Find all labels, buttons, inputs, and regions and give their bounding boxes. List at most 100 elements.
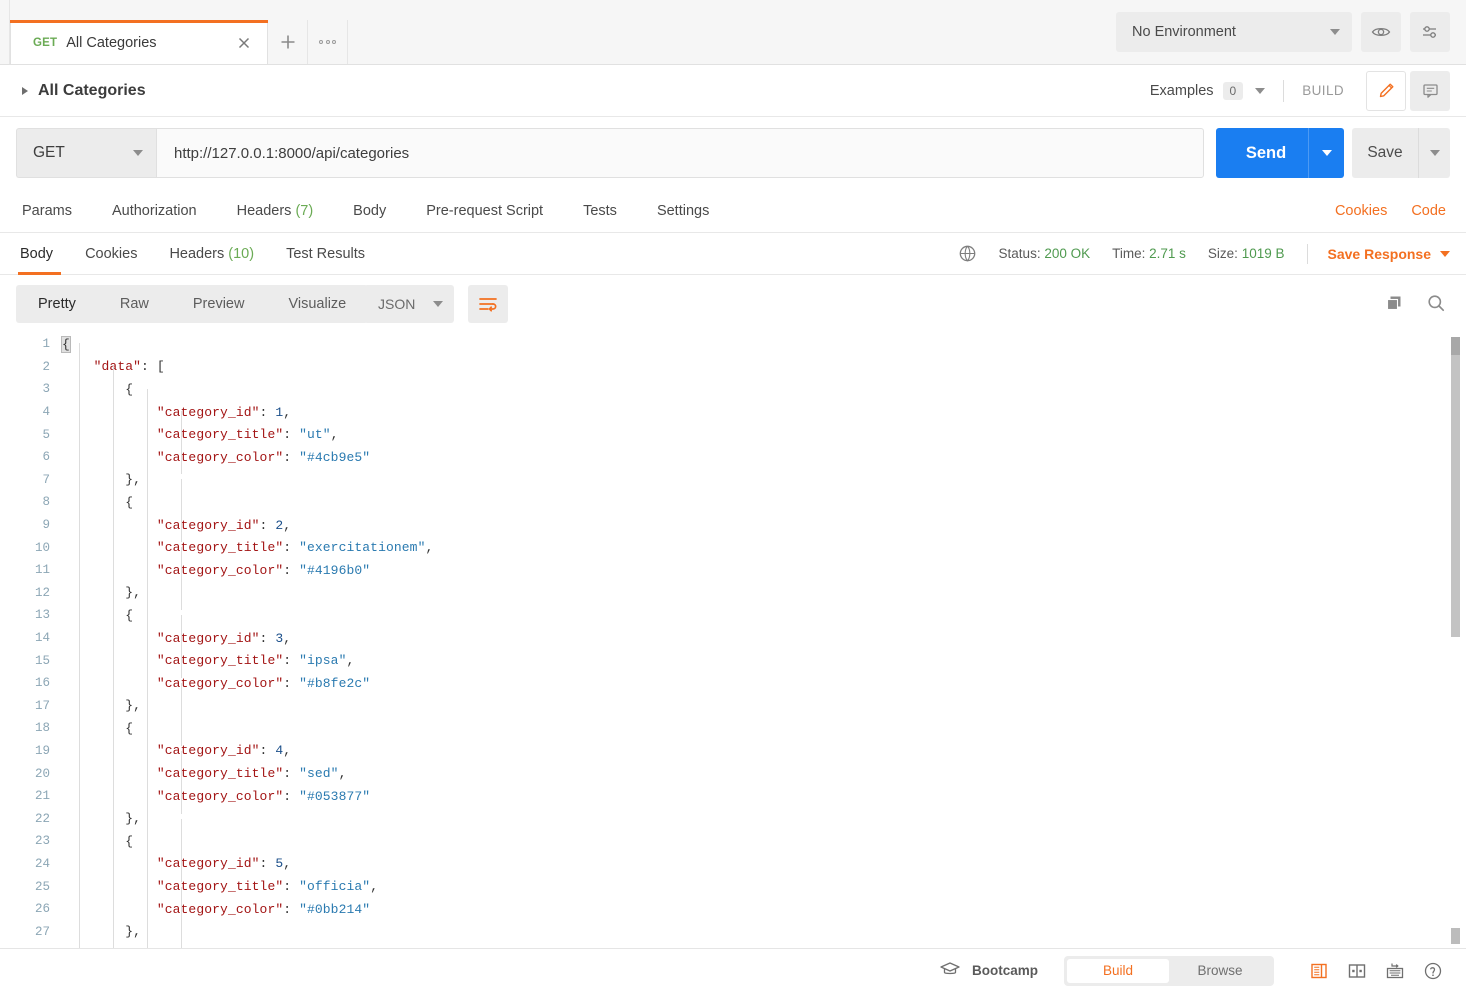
code-line-text: { xyxy=(62,382,133,397)
code-line: 16 "category_color": "#b8fe2c" xyxy=(0,672,1466,695)
request-tab-all-categories[interactable]: GET All Categories xyxy=(10,20,268,64)
split-pane-icon[interactable] xyxy=(1338,956,1376,986)
code-line-text: "category_color": "#4cb9e5" xyxy=(62,450,370,465)
code-line-text: "category_title": "ipsa", xyxy=(62,653,354,668)
response-meta: Status: 200 OK Time: 2.71 s Size: 1019 B… xyxy=(958,243,1450,264)
request-tab-headers[interactable]: Headers (7) xyxy=(217,203,334,219)
code-line-text: "category_title": "exercitationem", xyxy=(62,540,433,555)
request-tab-settings[interactable]: Settings xyxy=(637,203,729,219)
code-token: , xyxy=(338,766,347,782)
save-response-button[interactable]: Save Response xyxy=(1328,246,1450,262)
code-token: "data" xyxy=(93,359,142,375)
response-tab-headers[interactable]: Headers (10) xyxy=(153,233,270,275)
bootcamp-button[interactable]: Bootcamp xyxy=(939,960,1038,981)
code-token: : xyxy=(283,653,300,669)
response-tab-test-results[interactable]: Test Results xyxy=(270,233,381,275)
http-method-label: GET xyxy=(33,144,65,161)
code-token: { xyxy=(125,607,134,623)
build-label[interactable]: BUILD xyxy=(1302,83,1344,98)
code-line: 27 }, xyxy=(0,920,1466,943)
examples-chevron-down-icon[interactable] xyxy=(1255,87,1266,94)
status-label: Status: xyxy=(998,246,1041,261)
tab-title-label: All Categories xyxy=(66,34,157,51)
size-group: Size: 1019 B xyxy=(1208,246,1285,261)
code-line-text: "category_color": "#0bb214" xyxy=(62,902,370,917)
response-tabs-bar: Body Cookies Headers (10) Test Results Statu… xyxy=(0,233,1466,275)
sliders-icon[interactable] xyxy=(1410,12,1450,52)
time-label: Time: xyxy=(1112,246,1146,261)
comment-icon[interactable] xyxy=(1410,70,1450,111)
request-tab-authorization[interactable]: Authorization xyxy=(92,203,217,219)
scrollbar-bottom-marker xyxy=(1451,928,1460,944)
code-token: , xyxy=(133,811,142,827)
line-number: 16 xyxy=(34,676,50,691)
chevron-down-icon xyxy=(1330,29,1340,35)
chevron-right-icon[interactable] xyxy=(22,86,28,95)
browse-tab[interactable]: Browse xyxy=(1169,959,1271,983)
code-token: , xyxy=(346,653,355,669)
http-method-selector[interactable]: GET xyxy=(16,128,156,178)
copy-icon[interactable] xyxy=(1384,293,1404,318)
save-button[interactable]: Save xyxy=(1352,128,1450,178)
code-link[interactable]: Code xyxy=(1411,203,1446,219)
chevron-down-icon xyxy=(1429,150,1440,156)
pencil-icon[interactable] xyxy=(1366,70,1406,111)
code-line: 2 "data": [ xyxy=(0,356,1466,379)
code-line: 14 "category_id": 3, xyxy=(0,627,1466,650)
json-code-block: 1{2 "data": [3 {4 "category_id": 1, 5 "ca… xyxy=(0,333,1466,943)
code-token: "category_id" xyxy=(156,630,260,646)
request-tab-body[interactable]: Body xyxy=(333,203,406,219)
wrap-text-icon[interactable] xyxy=(468,285,508,323)
examples-count-badge: 0 xyxy=(1222,81,1244,100)
send-button[interactable]: Send xyxy=(1216,128,1344,178)
view-mode-visualize[interactable]: Visualize xyxy=(266,285,368,323)
code-line: 13 { xyxy=(0,604,1466,627)
chevron-down-icon xyxy=(1321,150,1332,156)
code-line: 19 "category_id": 4, xyxy=(0,740,1466,763)
code-line: 25 "category_title": "officia", xyxy=(0,875,1466,898)
indent-guide xyxy=(113,366,114,948)
request-tab-tests[interactable]: Tests xyxy=(563,203,637,219)
vertical-scrollbar-thumb[interactable] xyxy=(1451,337,1460,637)
cookies-link[interactable]: Cookies xyxy=(1335,203,1387,219)
bootcamp-label: Bootcamp xyxy=(971,963,1038,978)
more-options-icon[interactable] xyxy=(308,20,348,64)
send-options-button[interactable] xyxy=(1308,128,1344,178)
build-tab[interactable]: Build xyxy=(1067,958,1169,983)
code-line-text: { xyxy=(62,721,133,736)
two-pane-icon[interactable] xyxy=(1300,956,1338,986)
url-input[interactable]: http://127.0.0.1:8000/api/categories xyxy=(156,128,1204,178)
code-line-text: "category_title": "sed", xyxy=(62,766,347,782)
size-value: 1019 B xyxy=(1241,246,1285,261)
view-mode-preview[interactable]: Preview xyxy=(171,285,267,323)
close-icon[interactable] xyxy=(235,34,253,52)
code-line-text: { xyxy=(62,834,133,849)
add-tab-icon[interactable] xyxy=(268,20,308,64)
code-token: : xyxy=(283,901,300,917)
indent-guide xyxy=(181,411,182,474)
line-number: 8 xyxy=(42,495,50,510)
save-options-button[interactable] xyxy=(1418,128,1450,178)
view-mode-raw[interactable]: Raw xyxy=(98,285,171,323)
code-token: "#4196b0" xyxy=(299,562,371,578)
view-mode-pretty[interactable]: Pretty xyxy=(16,285,98,323)
environment-controls: No Environment xyxy=(1116,12,1450,52)
environment-selector[interactable]: No Environment xyxy=(1116,12,1352,52)
keyboard-shortcuts-icon[interactable] xyxy=(1376,956,1414,986)
request-tab-pre-request-script[interactable]: Pre-request Script xyxy=(406,203,563,219)
language-selector[interactable]: JSON xyxy=(364,285,454,323)
breadcrumb[interactable]: All Categories xyxy=(22,82,146,100)
code-token: "officia" xyxy=(299,879,371,895)
eye-icon[interactable] xyxy=(1361,12,1401,52)
response-tab-cookies[interactable]: Cookies xyxy=(69,233,153,275)
search-icon[interactable] xyxy=(1426,293,1446,318)
divider xyxy=(1306,243,1308,264)
code-token: } xyxy=(125,811,134,827)
response-tab-body[interactable]: Body xyxy=(10,233,69,275)
time-group: Time: 2.71 s xyxy=(1112,246,1186,261)
response-tools xyxy=(1384,293,1446,318)
request-tab-params[interactable]: Params xyxy=(0,203,92,219)
help-icon[interactable] xyxy=(1414,956,1452,986)
response-body-viewer[interactable]: 1{2 "data": [3 {4 "category_id": 1, 5 "ca… xyxy=(0,333,1466,948)
code-token: "ut" xyxy=(299,427,331,443)
